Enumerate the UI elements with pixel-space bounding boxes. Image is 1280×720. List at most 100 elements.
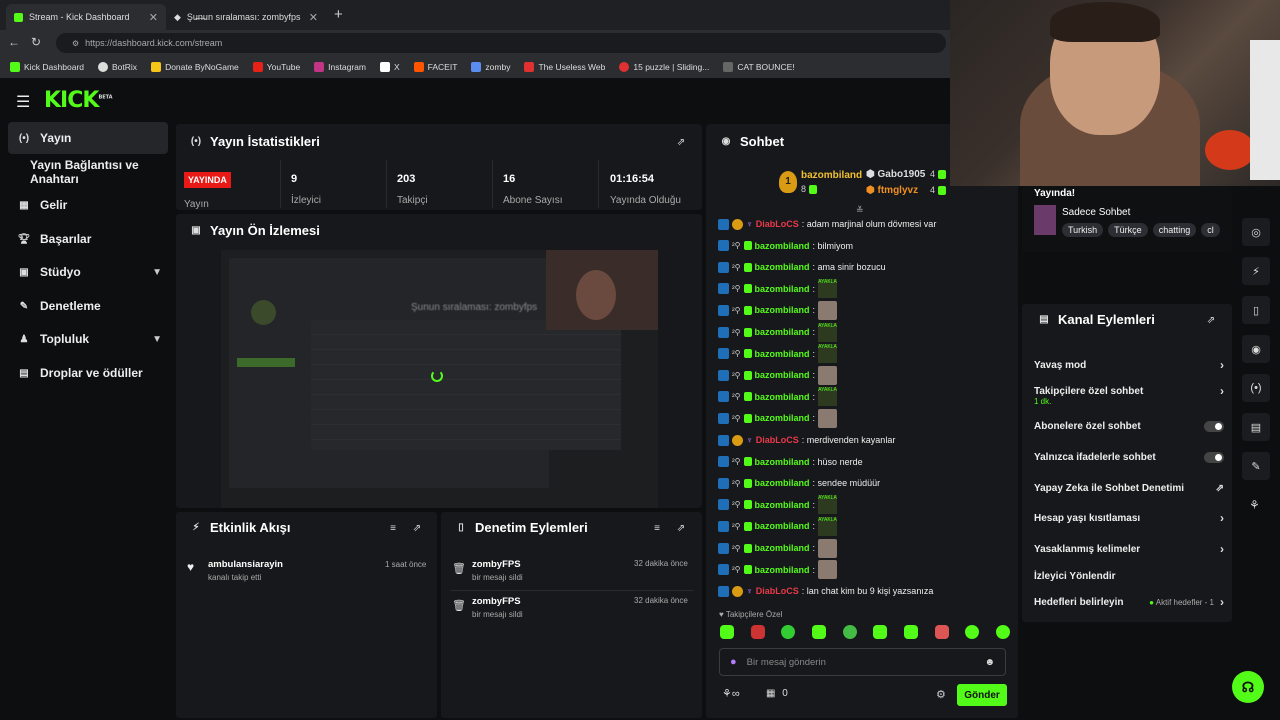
bookmark-youtube[interactable]: YouTube [252,62,300,72]
chat-username[interactable]: bazombiland [755,327,810,337]
chat-username[interactable]: bazombiland [755,349,810,359]
bookmark-zomby[interactable]: zomby [471,62,510,72]
emote-icon[interactable] [720,625,734,639]
chat-username[interactable]: bazombiland [755,521,810,531]
emote-image[interactable]: AYAKLAN AAAAAA BASSAN [818,495,838,515]
chat-username[interactable]: bazombiland [755,543,810,553]
category-name[interactable]: Sadece Sohbet [1062,207,1130,218]
emote-icon[interactable] [873,625,888,639]
tag[interactable]: chatting [1152,223,1197,237]
slow-mode-row[interactable]: Yavaş mod › [1034,358,1224,372]
emote-only-toggle[interactable] [1204,451,1224,463]
microphone-icon[interactable]: ● [730,656,737,668]
raid-row[interactable]: İzleyici Yönlendir [1034,569,1224,583]
bookmark-kick[interactable]: Kick Dashboard [10,62,84,72]
chat-username[interactable]: bazombiland [755,413,810,423]
points-display[interactable]: ▦ 0 [766,688,788,699]
chat-users-icon[interactable]: ⚘∞ [722,687,740,700]
sidebar-item-droplar[interactable]: ▤ Droplar ve ödüller [8,357,168,389]
sidebar-item-denetleme[interactable]: ✎ Denetleme [8,290,168,322]
filter-icon[interactable]: ≡ [387,522,399,534]
emote-icon[interactable] [903,625,918,639]
emote-image[interactable]: AYAKLAN AAAAAA BASSAN [818,516,838,536]
emote-icon[interactable] [934,625,949,639]
emote-icon[interactable] [811,625,826,639]
chat-bubble-icon[interactable]: ◉ [1242,335,1270,363]
chat-username[interactable]: bazombiland [755,565,810,575]
camera-icon[interactable]: ◎ [1242,218,1270,246]
emote-image[interactable]: AYAKLAN AAAAAA BASSAN [818,344,838,364]
document-icon[interactable]: ▯ [1242,296,1270,324]
chat-username[interactable]: bazombiland [755,392,810,402]
ai-moderation-row[interactable]: Yapay Zeka ile Sohbet Denetimi ⇗ [1034,481,1224,495]
chat-settings-icon[interactable]: ⚙ [936,688,946,701]
emote-image[interactable]: AYAKLAN AAAAAA BASSAN [818,387,838,407]
chat-username[interactable]: bazombiland [755,370,810,380]
moderation-user[interactable]: zombyFPS [472,559,521,570]
chat-username[interactable]: bazombiland [755,284,810,294]
bookmark-useless-web[interactable]: The Useless Web [524,62,605,72]
bookmark-donate[interactable]: Donate ByNoGame [151,62,239,72]
bookmark-faceit[interactable]: FACEIT [413,62,457,72]
top-gifter-2[interactable]: ⬢ Gabo1905 [866,169,925,180]
sidebar-item-basarilar[interactable]: 🏆︎ Başarılar [8,223,168,255]
chat-username[interactable]: bazombiland [755,478,810,488]
tag[interactable]: Turkish [1062,223,1104,237]
send-button[interactable]: Gönder [957,684,1007,706]
back-icon[interactable]: ← [8,35,20,49]
emote-image[interactable] [818,300,838,320]
chat-username[interactable]: DiabLoCS [756,219,799,229]
sidebar-item-stream-key[interactable]: Yayın Bağlantısı ve Anahtarı [8,156,178,188]
popout-icon[interactable]: ⇗ [675,522,687,534]
browser-tab-ranking[interactable]: ◆ Şu̶n̶un sıralaması: zombyfps | Yayı ✕ [166,4,326,30]
tag[interactable]: cl [1201,223,1220,237]
bookmark-puzzle[interactable]: 15 puzzle | Sliding... [619,62,709,72]
hamburger-menu-icon[interactable]: ☰ [16,92,30,112]
emote-icon[interactable] [965,625,980,639]
stream-preview[interactable]: Şunun sıralaması: zombyfps [221,250,658,508]
emote-image[interactable] [818,408,838,428]
followers-only-row[interactable]: Takipçilere özel sohbet › [1034,384,1224,398]
bookmark-x[interactable]: X [379,62,400,72]
goals-row[interactable]: Hedefleri belirleyin ● Aktif hedefler - … [1034,595,1224,609]
reload-icon[interactable]: ↻ [31,35,41,49]
address-bar[interactable]: ⚙ https://dashboard.kick.com/stream [56,33,946,53]
sidebar-item-studyo[interactable]: ▣ Stüdyo ▼ [8,256,168,288]
bookmark-instagram[interactable]: Instagram [314,62,366,72]
bookmark-cat-bounce[interactable]: CAT BOUNCE! [723,62,795,72]
kick-logo[interactable]: KICKBETA [44,88,113,113]
close-tab-icon[interactable]: ✕ [309,11,318,24]
emote-image[interactable]: AYAKLAN AAAAAA BASSAN [818,322,838,342]
new-tab-icon[interactable]: + [334,6,343,23]
emote-icon[interactable] [842,625,857,639]
wrench-icon[interactable]: ✎ [1242,452,1270,480]
subscribers-only-toggle[interactable] [1204,420,1224,432]
emote-icon[interactable] [781,625,796,639]
emote-icon[interactable] [995,625,1010,639]
emote-image[interactable] [818,560,838,580]
moderation-user[interactable]: zombyFPS [472,596,521,607]
broadcast-icon[interactable]: (•) [1242,374,1270,402]
close-tab-icon[interactable]: ✕ [149,11,158,24]
banned-words-row[interactable]: Yasaklanmış kelimeler › [1034,542,1224,556]
filter-icon[interactable]: ≡ [651,522,663,534]
support-headset-icon[interactable]: ☊ [1232,671,1264,703]
chat-username[interactable]: bazombiland [755,500,810,510]
popout-icon[interactable]: ⇗ [675,136,687,148]
bookmark-botrix[interactable]: BotRix [98,62,137,72]
activity-user[interactable]: ambulansiarayin [208,559,283,570]
emote-icon[interactable] [750,625,765,639]
top-gifter-3[interactable]: ⬢ ftmglyvz [866,185,918,196]
browser-tab-dashboard[interactable]: Stream - Kick Dashboard ✕ [6,4,166,30]
chat-username[interactable]: bazombiland [755,241,810,251]
chat-username[interactable]: DiabLoCS [756,435,799,445]
top-gifter-name[interactable]: bazombiland [801,170,862,181]
chat-username[interactable]: bazombiland [755,305,810,315]
emote-image[interactable] [818,538,838,558]
emote-image[interactable] [818,365,838,385]
sidebar-item-yayin[interactable]: (•) Yayın [8,122,168,154]
tag[interactable]: Türkçe [1108,223,1148,237]
account-age-row[interactable]: Hesap yaşı kısıtlaması › [1034,511,1224,525]
users-icon[interactable]: ⚘ [1249,498,1260,512]
lightning-icon[interactable]: ⚡︎ [1242,257,1270,285]
